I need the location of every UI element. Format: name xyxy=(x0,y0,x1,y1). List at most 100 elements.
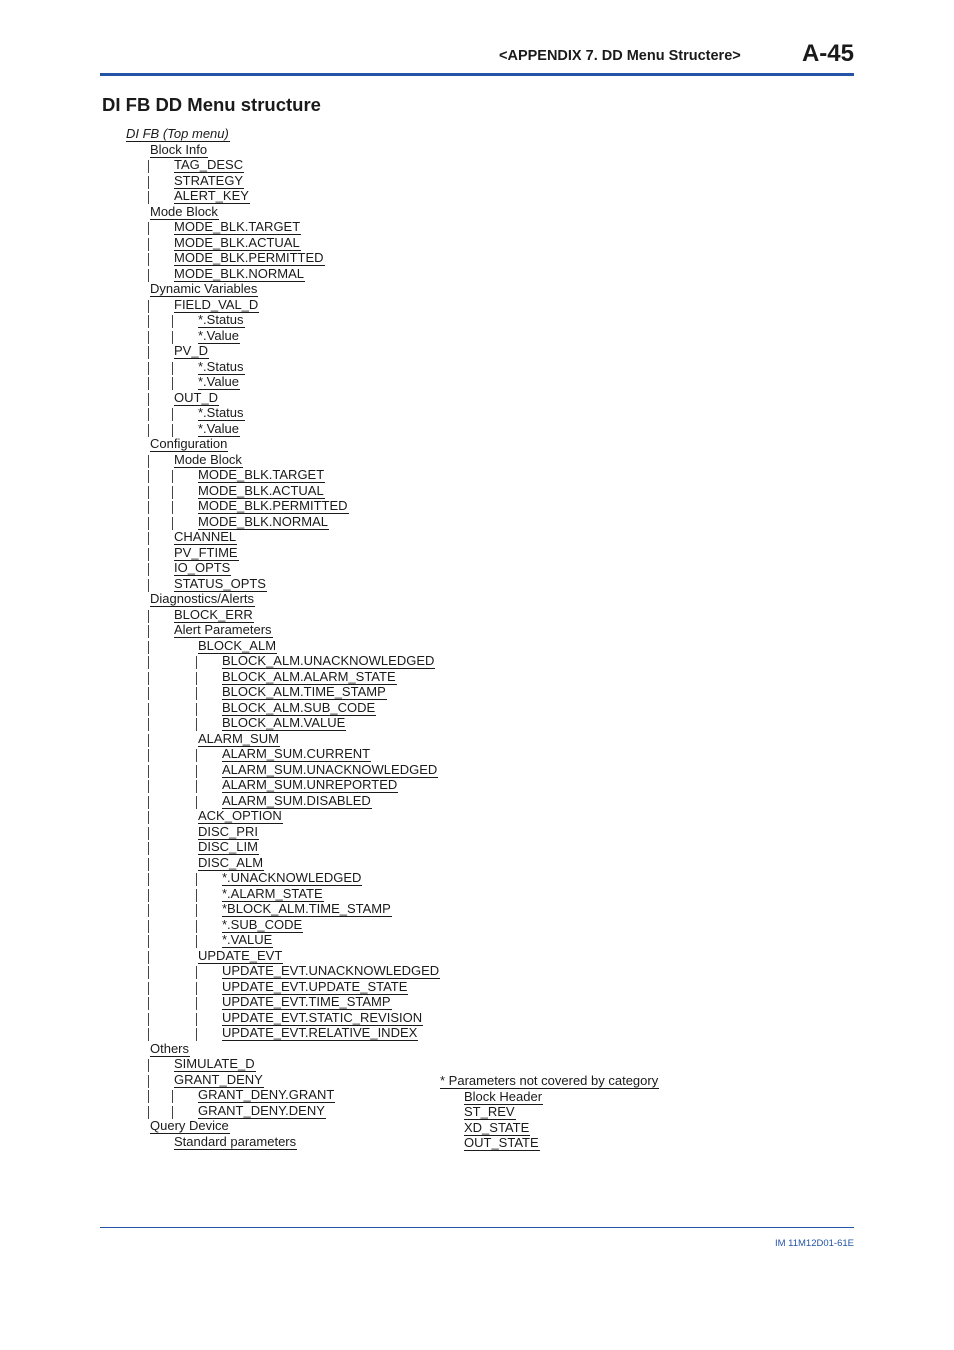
tree-item-label: PV_FTIME xyxy=(174,544,239,561)
tree-connector-line xyxy=(172,470,173,483)
tree-connector-line xyxy=(148,873,149,886)
document-id: IM 11M12D01-61E xyxy=(774,1238,854,1249)
tree-item-label: ALERT_KEY xyxy=(174,188,250,204)
tree-item-label: BLOCK_ALM.SUB_CODE xyxy=(222,699,377,716)
tree-item-label: OUT_D xyxy=(174,389,220,406)
tree-item-label: GRANT_DENY.DENY xyxy=(198,1102,326,1119)
tree-connector-line xyxy=(148,408,149,421)
tree-connector-line xyxy=(196,749,197,762)
tree-item-label: UPDATE_EVT xyxy=(198,947,284,964)
tree-connector-line xyxy=(148,733,149,747)
tree-item-label: MODE_BLK.ACTUAL xyxy=(198,482,325,499)
tree-item-label: Mode Block xyxy=(174,451,243,468)
tree-item-label: Dynamic Variables xyxy=(150,281,259,297)
tree-connector-line xyxy=(196,764,197,778)
tree-item-label: STRATEGY xyxy=(174,172,245,189)
tree-item-label: DISC_PRI xyxy=(198,823,259,840)
tree-connector-line xyxy=(196,702,197,716)
tree-item-label: *.Value xyxy=(198,420,240,437)
tree-connector-line xyxy=(172,408,173,421)
tree-connector-line xyxy=(148,826,149,840)
tree-connector-line xyxy=(148,904,149,917)
tree-connector-line xyxy=(196,888,197,902)
tree-connector-line xyxy=(148,175,149,189)
tree-connector-line xyxy=(172,1105,173,1119)
tree-connector-line xyxy=(148,718,149,731)
tree-connector-line xyxy=(148,160,149,173)
tree-connector-line xyxy=(148,640,149,654)
tree-item-label: Mode Block xyxy=(150,203,219,220)
tree-item-label: ACK_OPTION xyxy=(198,808,283,824)
tree-connector-line xyxy=(148,392,149,406)
tree-connector-line xyxy=(148,780,149,793)
tree-connector-line xyxy=(148,609,149,623)
tree-item-label: BLOCK_ALM.VALUE xyxy=(222,715,347,731)
tree-connector-line xyxy=(172,485,173,499)
tree-item-label: UPDATE_EVT.UNACKNOWLEDGED xyxy=(222,963,441,979)
tree-item-label: UPDATE_EVT.STATIC_REVISION xyxy=(222,1009,424,1026)
tree-item-label: DI FB (Top menu) xyxy=(126,126,230,142)
tree-item-label: DISC_ALM xyxy=(198,854,265,871)
tree-connector-line xyxy=(196,966,197,979)
tree-item-label: CHANNEL xyxy=(174,529,238,545)
tree-connector-line xyxy=(148,299,149,313)
tree-connector-line xyxy=(148,687,149,700)
tree-item-label: *.Value xyxy=(198,327,240,344)
header-divider xyxy=(100,73,854,76)
tree-connector-line xyxy=(148,516,149,530)
tree-connector-line xyxy=(148,671,149,685)
side-list-label: XD_STATE xyxy=(464,1119,531,1136)
tree-connector-line xyxy=(172,501,173,514)
tree-connector-line xyxy=(196,997,197,1010)
tree-connector-line xyxy=(148,377,149,390)
tree-item-label: STATUS_OPTS xyxy=(174,575,267,592)
tree-connector-line xyxy=(148,532,149,545)
tree-item-label: MODE_BLK.PERMITTED xyxy=(198,498,349,514)
tree-connector-line xyxy=(172,330,173,344)
tree-connector-line xyxy=(172,361,173,375)
tree-connector-line xyxy=(148,423,149,437)
tree-item-label: UPDATE_EVT.RELATIVE_INDEX xyxy=(222,1025,419,1041)
tree-item-label: *.Status xyxy=(198,358,245,375)
footer-divider xyxy=(100,1227,854,1228)
tree-connector-line xyxy=(148,268,149,282)
tree-item-label: MODE_BLK.NORMAL xyxy=(174,265,306,282)
tree-connector-line xyxy=(196,671,197,685)
tree-item-label: UPDATE_EVT.TIME_STAMP xyxy=(222,994,392,1010)
tree-connector-line xyxy=(196,873,197,886)
tree-connector-line xyxy=(148,485,149,499)
tree-item-label: GRANT_DENY.GRANT xyxy=(198,1087,336,1103)
tree-item-label: GRANT_DENY xyxy=(174,1071,264,1088)
tree-connector-line xyxy=(196,718,197,731)
tree-item-label: *.Status xyxy=(198,312,245,328)
tree-connector-line xyxy=(196,795,197,809)
tree-item-label: ALARM_SUM.UNREPORTED xyxy=(222,777,399,793)
tree-connector-line xyxy=(148,888,149,902)
tree-connector-line xyxy=(196,935,197,948)
tree-connector-line xyxy=(148,981,149,995)
side-list-label: OUT_STATE xyxy=(464,1135,540,1151)
tree-item-label: TAG_DESC xyxy=(174,157,245,173)
tree-item-label: BLOCK_ALM.TIME_STAMP xyxy=(222,684,387,700)
tree-connector-line xyxy=(148,222,149,235)
tree-connector-line xyxy=(196,656,197,669)
tree-connector-line xyxy=(148,966,149,979)
tree-item-label: Query Device xyxy=(150,1118,230,1134)
tree-connector-line xyxy=(148,1090,149,1103)
tree-item-label: Alert Parameters xyxy=(174,622,273,638)
tree-connector-line xyxy=(196,919,197,933)
tree-connector-line xyxy=(148,1105,149,1119)
side-list-label: * Parameters not covered by category xyxy=(440,1073,660,1089)
tree-connector-line xyxy=(172,516,173,530)
tree-item-label: Others xyxy=(150,1040,191,1057)
tree-connector-line xyxy=(148,315,149,328)
tree-item-label: BLOCK_ERR xyxy=(174,606,254,623)
tree-item-label: *.UNACKNOWLEDGED xyxy=(222,870,363,886)
tree-connector-line xyxy=(148,997,149,1010)
tree-item-label: *.SUB_CODE xyxy=(222,916,304,933)
page-number: A-45 xyxy=(801,40,854,67)
tree-connector-line xyxy=(148,749,149,762)
tree-connector-line xyxy=(148,1028,149,1041)
tree-item-label: *.ALARM_STATE xyxy=(222,885,324,902)
tree-item-label: SIMULATE_D xyxy=(174,1056,256,1072)
